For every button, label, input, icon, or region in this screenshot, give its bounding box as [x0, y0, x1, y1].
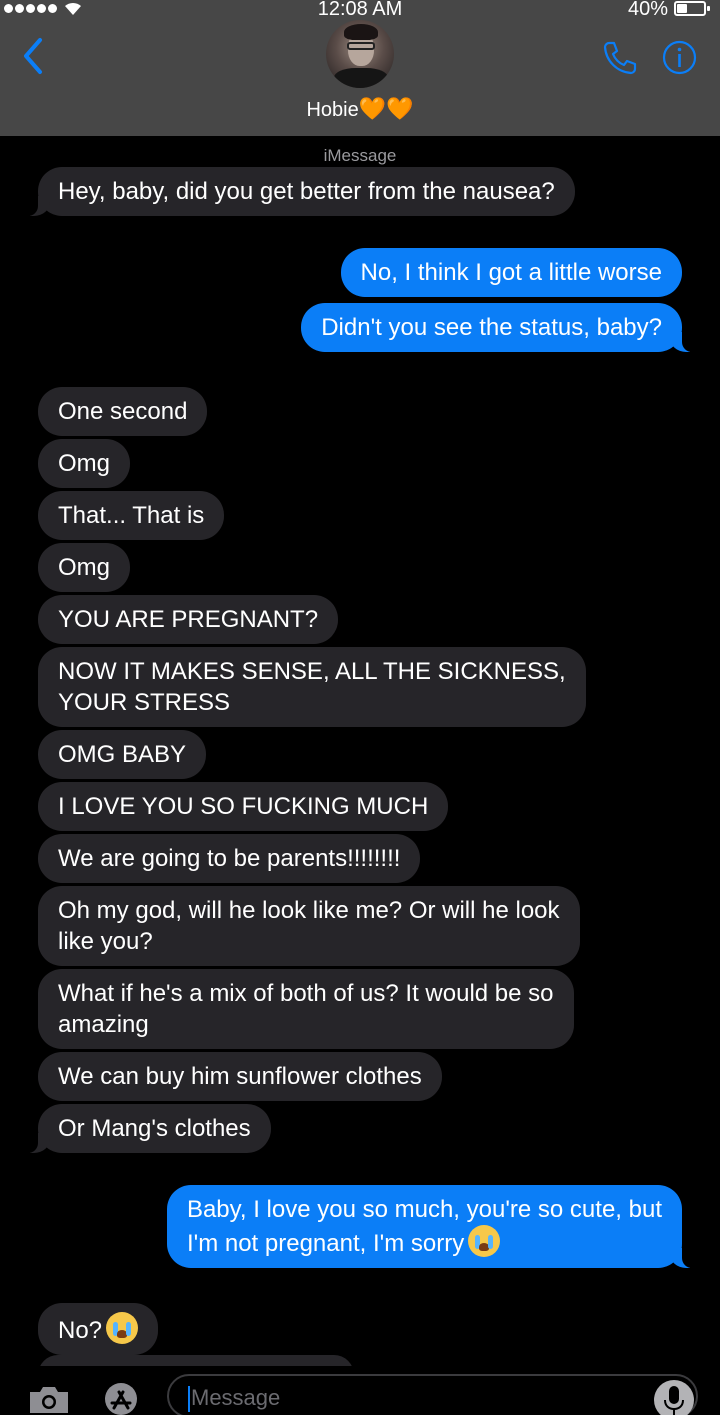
message-incoming[interactable]: YOU ARE PREGNANT? — [38, 595, 339, 644]
phone-icon[interactable] — [602, 40, 638, 76]
message-incoming[interactable]: We can buy him sunflower clothes — [38, 1052, 442, 1101]
message-incoming[interactable]: OMG BABY — [38, 730, 207, 779]
message-incoming[interactable]: Oh my god, will he look like me? Or will… — [38, 886, 580, 966]
message-line: amazing — [58, 1011, 149, 1038]
message-input[interactable] — [167, 1374, 698, 1415]
message-incoming[interactable]: Or Mang's clothes — [24, 1104, 271, 1153]
message-incoming[interactable]: Omg — [38, 439, 131, 488]
message-line: What if he's a mix of both of us? It wou… — [58, 980, 554, 1007]
crying-face-icon — [106, 1312, 139, 1344]
message-line: Baby, I love you so much, you're so cute… — [186, 1196, 662, 1223]
contact-avatar[interactable] — [326, 20, 394, 88]
app-store-icon[interactable] — [96, 1380, 146, 1415]
contact-name-text: Hobie — [306, 99, 359, 121]
message-incoming[interactable]: That... That is — [38, 491, 225, 540]
message-line: YOUR STRESS — [58, 689, 231, 716]
microphone-icon[interactable] — [654, 1380, 694, 1415]
message-line: Oh my god, will he look like me? Or will… — [58, 897, 560, 924]
message-incoming[interactable]: We are going to be parents!!!!!!!! — [38, 834, 421, 883]
orange-heart-icon: 🧡🧡 — [358, 96, 414, 121]
crying-face-icon — [468, 1225, 501, 1257]
info-icon[interactable] — [662, 40, 697, 75]
message-line: NOW IT MAKES SENSE, ALL THE SICKNESS, — [58, 658, 566, 685]
message-incoming[interactable]: Hey, baby, did you get better from the n… — [24, 167, 575, 216]
back-chevron-icon[interactable] — [18, 36, 48, 76]
message-line-text: I'm not pregnant, I'm sorry — [186, 1230, 465, 1257]
text-cursor — [188, 1386, 190, 1412]
message-outgoing[interactable]: No, I think I got a little worse — [340, 248, 682, 297]
message-outgoing[interactable]: Didn't you see the status, baby? — [301, 303, 696, 352]
message-line: I'm not pregnant, I'm sorry — [187, 1225, 662, 1259]
message-incoming[interactable]: One second — [38, 387, 208, 436]
message-incoming[interactable]: I LOVE YOU SO FUCKING MUCH — [38, 782, 449, 831]
compose-bar — [0, 1366, 720, 1415]
service-label: iMessage — [323, 146, 397, 165]
battery-icon — [674, 1, 710, 16]
contact-name[interactable]: Hobie🧡🧡 — [0, 96, 720, 122]
message-incoming[interactable]: What if he's a mix of both of us? It wou… — [38, 969, 574, 1049]
message-incoming[interactable]: NOW IT MAKES SENSE, ALL THE SICKNESS, YO… — [38, 647, 586, 727]
message-incoming[interactable]: Omg — [38, 543, 131, 592]
conversation-header: Hobie🧡🧡 — [0, 18, 720, 136]
status-bar: 12:08 AM 40% — [0, 0, 720, 20]
message-text: No? — [58, 1317, 103, 1344]
message-line: like you? — [58, 928, 153, 955]
message-incoming[interactable]: No? — [38, 1303, 159, 1355]
message-outgoing[interactable]: Baby, I love you so much, you're so cute… — [166, 1185, 697, 1268]
camera-icon[interactable] — [28, 1384, 70, 1415]
